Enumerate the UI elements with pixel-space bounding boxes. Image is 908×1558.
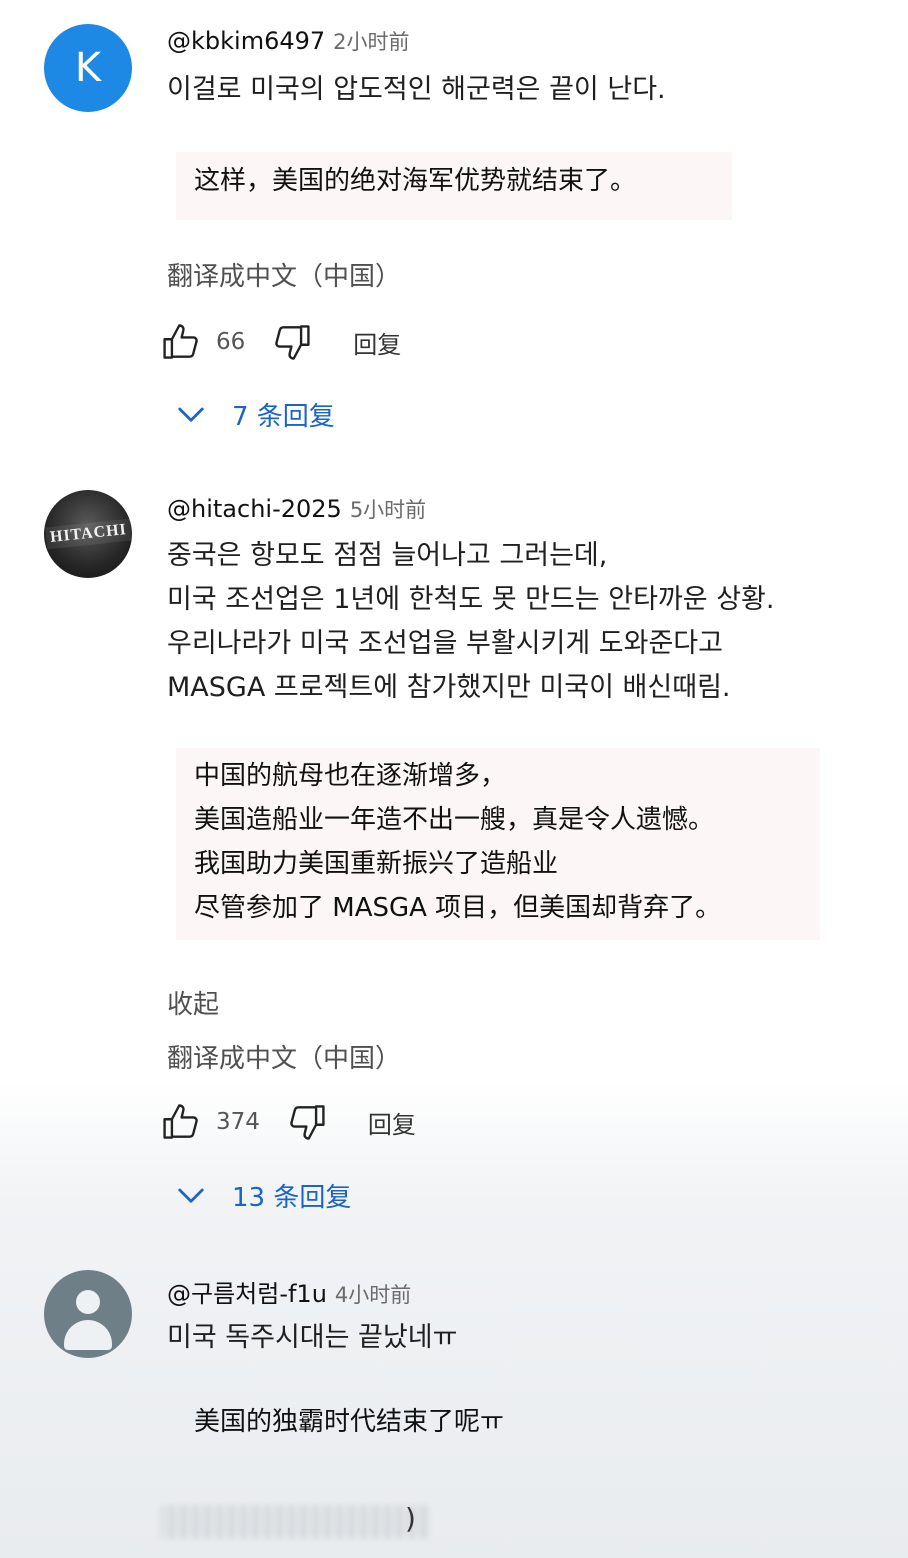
- comment-text: 중국은 항모도 점점 늘어나고 그러는데, 미국 조선업은 1년에 한척도 못 …: [167, 534, 774, 710]
- avatar[interactable]: [44, 1270, 132, 1358]
- translation-line: 这样，美国的绝对海军优势就结束了。: [194, 166, 637, 196]
- comment-line: MASGA 프로젝트에 참가했지만 미국이 배신때림.: [167, 672, 731, 703]
- timestamp: 4小时前: [334, 1283, 412, 1307]
- translation-line: 尽管参加了 MASGA 项目，但美国却背弃了。: [194, 893, 722, 923]
- replies-count-label: 13 条回复: [232, 1182, 352, 1213]
- translation-box: 美国的独霸时代结束了呢ㅠ: [176, 1400, 522, 1444]
- comment-text: 미국 독주시대는 끝났네ㅠ: [167, 1316, 457, 1360]
- chevron-down-icon: [178, 1188, 204, 1203]
- translate-link[interactable]: 翻译成中文（中国）: [167, 256, 401, 293]
- comment-meta: @hitachi-2025 5小时前: [167, 494, 426, 524]
- chevron-down-icon: [178, 407, 204, 422]
- user-handle[interactable]: @kbkim6497: [167, 27, 325, 55]
- avatar-brand-logo: HITACHI: [44, 518, 132, 550]
- replies-count-label: 7 条回复: [232, 401, 335, 432]
- user-handle[interactable]: @구름처럼-f1u: [167, 1280, 327, 1308]
- comment-actions: 66 回复: [160, 320, 401, 364]
- comment-line: 우리나라가 미국 조선업을 부활시키게 도와준다고: [167, 628, 723, 659]
- translation-line: 美国造船业一年造不出一艘，真是令人遗憾。: [194, 805, 715, 835]
- avatar[interactable]: HITACHI: [44, 490, 132, 578]
- translate-link[interactable]: 翻译成中文（中国）: [167, 1038, 401, 1075]
- timestamp: 2小时前: [333, 30, 410, 54]
- view-replies-button[interactable]: 7 条回复: [176, 394, 335, 434]
- comment-actions: 374 回复: [160, 1100, 416, 1144]
- comment-line: 미국 독주시대는 끝났네ㅠ: [167, 1322, 458, 1353]
- view-replies-button[interactable]: 13 条回复: [176, 1175, 351, 1215]
- comment-line: 미국 조선업은 1년에 한척도 못 만드는 안타까운 상황.: [167, 584, 775, 615]
- translation-line: 我国助力美国重新振兴了造船业: [194, 849, 559, 879]
- thumbs-down-icon[interactable]: [284, 1100, 328, 1144]
- reply-button[interactable]: 回复: [368, 1105, 416, 1140]
- comment-meta: @구름처럼-f1u 4小时前: [167, 1274, 411, 1309]
- translation-line: 中国的航母也在逐渐增多，: [194, 761, 507, 791]
- comment-meta: @kbkim6497 2小时前: [167, 26, 410, 56]
- comment-text: 이걸로 미국의 압도적인 해군력은 끝이 난다.: [167, 68, 666, 112]
- translation-box: 中国的航母也在逐渐增多， 美国造船业一年造不出一艘，真是令人遗憾。 我国助力美国…: [176, 748, 820, 940]
- thumbs-up-icon[interactable]: [160, 320, 204, 364]
- partial-text: ): [405, 1502, 416, 1535]
- default-avatar-head: [76, 1290, 100, 1314]
- collapse-link[interactable]: 收起: [167, 984, 219, 1021]
- translation-box: 这样，美国的绝对海军优势就结束了。: [176, 152, 732, 220]
- default-avatar-body: [64, 1320, 112, 1350]
- reply-button[interactable]: 回复: [353, 325, 401, 360]
- like-count: 66: [216, 329, 246, 355]
- translation-line: 美国的独霸时代结束了呢ㅠ: [194, 1407, 504, 1437]
- blurred-link: [160, 1505, 430, 1539]
- avatar-letter: K: [74, 45, 102, 91]
- comment-line: 중국은 항모도 점점 늘어나고 그러는데,: [167, 540, 608, 571]
- timestamp: 5小时前: [349, 498, 427, 522]
- comment-line: 이걸로 미국의 압도적인 해군력은 끝이 난다.: [167, 74, 666, 105]
- like-count: 374: [216, 1109, 260, 1135]
- thumbs-up-icon[interactable]: [160, 1100, 204, 1144]
- user-handle[interactable]: @hitachi-2025: [167, 495, 342, 523]
- thumbs-down-icon[interactable]: [269, 320, 313, 364]
- avatar[interactable]: K: [44, 24, 132, 112]
